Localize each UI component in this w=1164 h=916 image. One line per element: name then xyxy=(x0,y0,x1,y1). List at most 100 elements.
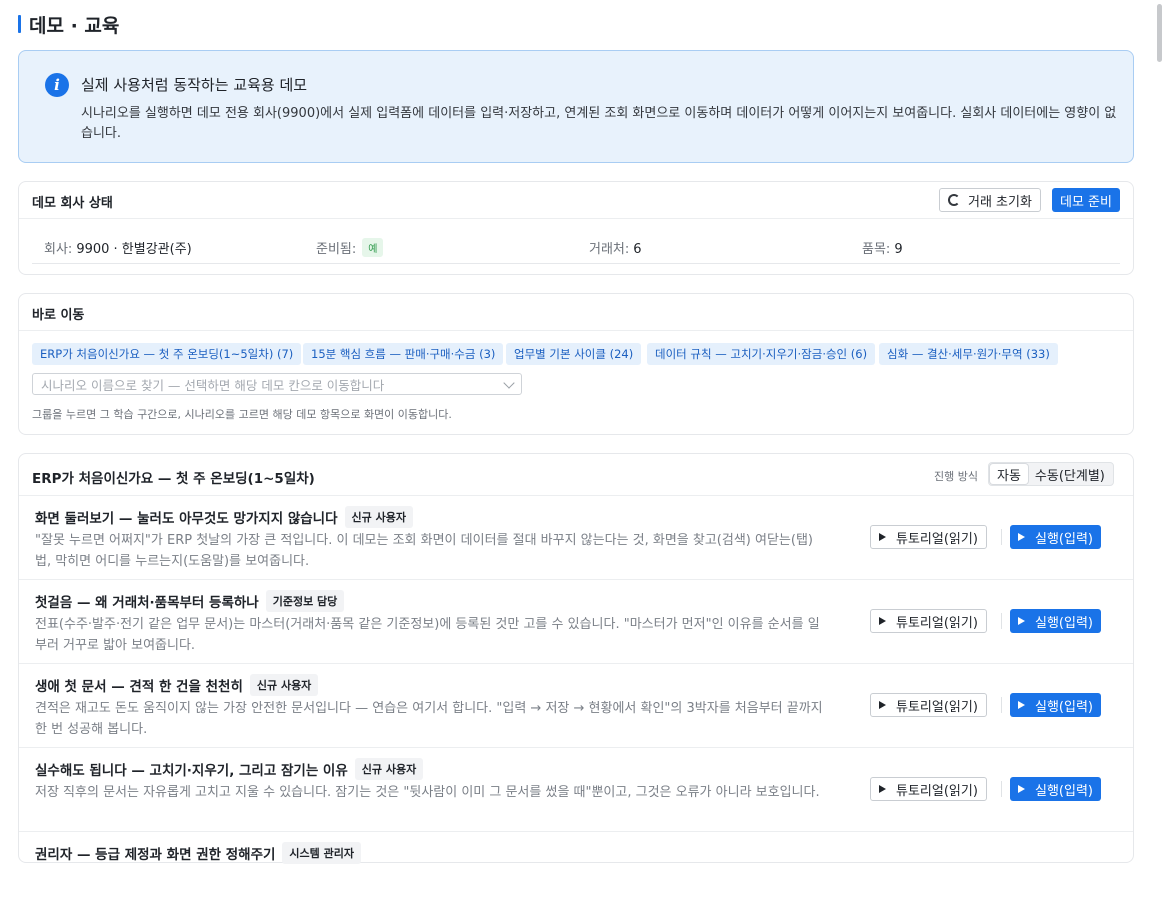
jump-chip-basic-cycle[interactable]: 업무별 기본 사이클 (24) xyxy=(506,343,642,365)
card-header: 바로 이동 xyxy=(19,294,1133,331)
tutorial-button[interactable]: 튜토리얼(읽기) xyxy=(870,609,987,633)
reset-transactions-label: 거래 초기화 xyxy=(968,194,1032,210)
scenario-title: 화면 둘러보기 — 눌러도 아무것도 망가지지 않습니다 신규 사용자 xyxy=(35,506,413,528)
section-title: ERP가 처음이신가요 — 첫 주 온보딩(1~5일차) xyxy=(32,471,315,487)
scenario-tag: 신규 사용자 xyxy=(344,506,413,528)
play-icon xyxy=(879,701,886,709)
run-button[interactable]: 실행(입력) xyxy=(1010,693,1101,717)
prepare-demo-button[interactable]: 데모 준비 xyxy=(1052,188,1120,212)
quick-jump-card: 바로 이동 ERP가 처음이신가요 — 첫 주 온보딩(1~5일차) (7) 1… xyxy=(18,293,1134,435)
scenario-row: 화면 둘러보기 — 눌러도 아무것도 망가지지 않습니다 신규 사용자 "잘못 … xyxy=(19,495,1133,580)
scenario-tag: 신규 사용자 xyxy=(249,674,319,696)
page-title: 데모 · 교육 xyxy=(29,14,120,37)
scenario-desc: "잘못 누르면 어쩌지"가 ERP 첫날의 가장 큰 적입니다. 이 데모는 조… xyxy=(35,533,813,569)
play-icon xyxy=(1018,533,1025,541)
mode-manual-option[interactable]: 수동(단계별) xyxy=(1028,464,1112,484)
divider xyxy=(1001,781,1002,797)
quick-jump-title: 바로 이동 xyxy=(32,308,85,323)
info-body: 시나리오를 실행하면 데모 전용 회사(9900)에서 실제 입력폼에 데이터를… xyxy=(81,106,1117,141)
tutorial-button[interactable]: 튜토리얼(읽기) xyxy=(870,693,987,717)
play-icon xyxy=(1018,785,1025,793)
ready-stat: 준비됨: 예 xyxy=(316,238,384,257)
scenario-title-text: 실수해도 됩니다 — 고치기·지우기, 그리고 잠기는 이유 xyxy=(35,763,348,779)
scenario-tag: 기준정보 담당 xyxy=(265,590,345,612)
play-icon xyxy=(1018,617,1025,625)
scenario-row: 실수해도 됩니다 — 고치기·지우기, 그리고 잠기는 이유 신규 사용자 저장… xyxy=(19,747,1133,832)
scenario-title-text: 첫걸음 — 왜 거래처·품목부터 등록하나 xyxy=(35,595,259,611)
divider xyxy=(1001,613,1002,629)
scenario-row: 권리자 — 등급 제정과 화면 권한 정해주기 시스템 관리자 xyxy=(19,831,1133,916)
page-header: 데모 · 교육 xyxy=(18,12,120,37)
ready-label: 준비됨: xyxy=(316,242,357,257)
mode-auto-option[interactable]: 자동 xyxy=(990,464,1028,484)
status-card-title: 데모 회사 상태 xyxy=(32,196,113,211)
items-value: 9 xyxy=(894,242,903,257)
items-label: 품목: xyxy=(862,242,891,257)
refresh-icon xyxy=(948,194,960,206)
scenario-row: 생애 첫 문서 — 견적 한 건을 천천히 신규 사용자 견적은 재고도 돈도 … xyxy=(19,663,1133,748)
company-value: 9900 · 한별강관(주) xyxy=(76,242,192,257)
tutorial-button[interactable]: 튜토리얼(읽기) xyxy=(870,777,987,801)
customers-value: 6 xyxy=(633,242,642,257)
tutorial-label: 튜토리얼(읽기) xyxy=(896,699,978,715)
scenario-title-text: 화면 둘러보기 — 눌러도 아무것도 망가지지 않습니다 xyxy=(35,511,338,527)
demo-company-status-card: 데모 회사 상태 거래 초기화 데모 준비 회사: 9900 · 한별강관(주) … xyxy=(18,181,1134,275)
scenario-title: 권리자 — 등급 제정과 화면 권한 정해주기 시스템 관리자 xyxy=(35,842,361,864)
jump-chip-core-flow[interactable]: 15분 핵심 흐름 — 판매·구매·수금 (3) xyxy=(303,343,504,365)
scenario-title-text: 생애 첫 문서 — 견적 한 건을 천천히 xyxy=(35,679,243,695)
mode-label: 진행 방식 xyxy=(934,470,978,483)
scrollbar-thumb[interactable] xyxy=(1157,4,1162,62)
play-icon xyxy=(879,617,886,625)
status-row: 회사: 9900 · 한별강관(주) 준비됨: 예 거래처: 6 품목: 9 xyxy=(32,228,1120,264)
run-label: 실행(입력) xyxy=(1035,783,1093,799)
tutorial-label: 튜토리얼(읽기) xyxy=(896,531,978,547)
run-label: 실행(입력) xyxy=(1035,699,1093,715)
scenario-search-placeholder: 시나리오 이름으로 찾기 — 선택하면 해당 데모 칸으로 이동합니다 xyxy=(41,377,385,393)
section-header: ERP가 처음이신가요 — 첫 주 온보딩(1~5일차) 진행 방식 자동 수동… xyxy=(19,454,1133,495)
run-label: 실행(입력) xyxy=(1035,531,1093,547)
info-icon: i xyxy=(45,73,69,97)
customers-label: 거래처: xyxy=(589,242,630,257)
run-button[interactable]: 실행(입력) xyxy=(1010,609,1101,633)
page-scrollbar[interactable] xyxy=(1156,0,1164,848)
reset-transactions-button[interactable]: 거래 초기화 xyxy=(939,188,1041,212)
mode-toggle: 자동 수동(단계별) xyxy=(988,462,1114,486)
onboarding-section: ERP가 처음이신가요 — 첫 주 온보딩(1~5일차) 진행 방식 자동 수동… xyxy=(18,453,1134,864)
customers-stat: 거래처: 6 xyxy=(589,238,642,257)
run-button[interactable]: 실행(입력) xyxy=(1010,777,1101,801)
run-button[interactable]: 실행(입력) xyxy=(1010,525,1101,549)
scenario-tag: 시스템 관리자 xyxy=(282,842,361,864)
scenario-row: 첫걸음 — 왜 거래처·품목부터 등록하나 기준정보 담당 전표(수주·발주·전… xyxy=(19,579,1133,664)
demo-education-page: 데모 · 교육 i 실제 사용처럼 동작하는 교육용 데모 시나리오를 실행하면… xyxy=(0,0,1156,864)
scenario-desc: 전표(수주·발주·전기 같은 업무 문서)는 마스터(거래처·품목 같은 기준정… xyxy=(35,617,820,653)
scenario-title-text: 권리자 — 등급 제정과 화면 권한 정해주기 xyxy=(35,847,276,863)
prepare-demo-label: 데모 준비 xyxy=(1060,194,1112,210)
run-label: 실행(입력) xyxy=(1035,615,1093,631)
scenario-tag: 신규 사용자 xyxy=(354,758,424,780)
info-title: 실제 사용처럼 동작하는 교육용 데모 xyxy=(81,76,308,94)
scenario-title: 생애 첫 문서 — 견적 한 건을 천천히 신규 사용자 xyxy=(35,674,319,696)
play-icon xyxy=(879,533,886,541)
title-accent-bar xyxy=(18,15,21,33)
scenario-desc: 저장 직후의 문서는 자유롭게 고치고 지울 수 있습니다. 잠기는 것은 "뒷… xyxy=(35,785,820,800)
company-label: 회사: xyxy=(44,242,73,257)
play-icon xyxy=(879,785,886,793)
ready-badge: 예 xyxy=(362,238,384,257)
play-icon xyxy=(1018,701,1025,709)
divider xyxy=(1001,529,1002,545)
jump-chip-advanced[interactable]: 심화 — 결산·세무·원가·무역 (33) xyxy=(879,343,1058,365)
tutorial-label: 튜토리얼(읽기) xyxy=(896,615,978,631)
divider xyxy=(1001,697,1002,713)
tutorial-button[interactable]: 튜토리얼(읽기) xyxy=(870,525,987,549)
scenario-desc: 견적은 재고도 돈도 움직이지 않는 가장 안전한 문서입니다 — 연습은 여기… xyxy=(35,701,823,737)
jump-chip-data-rules[interactable]: 데이터 규칙 — 고치기·지우기·잠금·승인 (6) xyxy=(647,343,876,365)
jump-chip-onboarding[interactable]: ERP가 처음이신가요 — 첫 주 온보딩(1~5일차) (7) xyxy=(32,343,302,365)
card-header: 데모 회사 상태 거래 초기화 데모 준비 xyxy=(19,182,1133,219)
scenario-search-select[interactable]: 시나리오 이름으로 찾기 — 선택하면 해당 데모 칸으로 이동합니다 xyxy=(32,373,522,395)
company-stat: 회사: 9900 · 한별강관(주) xyxy=(44,238,192,257)
info-banner: i 실제 사용처럼 동작하는 교육용 데모 시나리오를 실행하면 데모 전용 회… xyxy=(18,50,1134,163)
chevron-down-icon xyxy=(503,377,515,389)
jump-hint: 그룹을 누르면 그 학습 구간으로, 시나리오를 고르면 해당 데모 항목으로 … xyxy=(32,408,452,421)
tutorial-label: 튜토리얼(읽기) xyxy=(896,783,978,799)
items-stat: 품목: 9 xyxy=(862,238,903,257)
